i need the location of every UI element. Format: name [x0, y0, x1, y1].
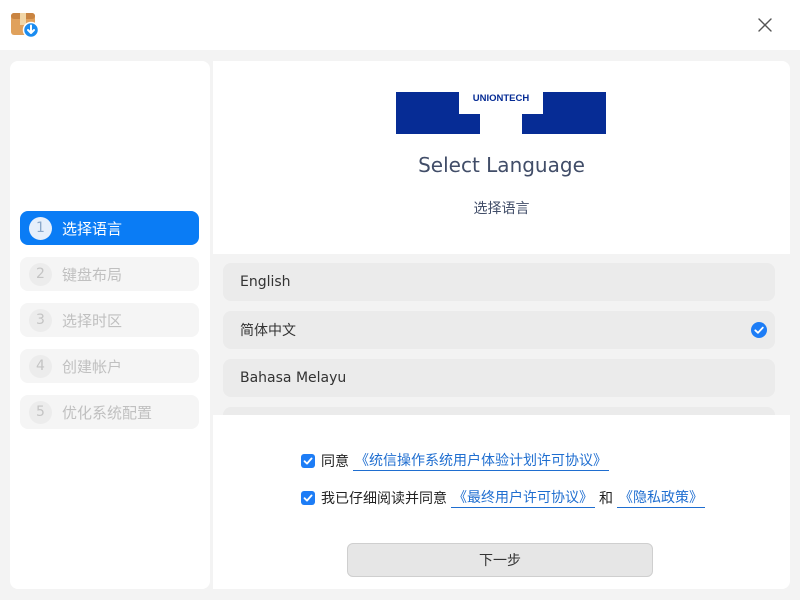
experience-agreement-checkbox[interactable]: [301, 453, 315, 468]
experience-agreement-link[interactable]: 《统信操作系统用户体验计划许可协议》: [353, 450, 609, 471]
language-label: English: [240, 274, 291, 290]
agreement-prefix: 我已仔细阅读并同意: [321, 490, 447, 507]
step-label: 键盘布局: [62, 265, 123, 284]
page-subtitle: 选择语言: [473, 201, 530, 217]
license-agreement-checkbox[interactable]: [301, 490, 315, 505]
language-option-english[interactable]: English: [223, 263, 775, 301]
selected-check-icon: [751, 322, 767, 338]
language-label: Bahasa Melayu: [240, 370, 347, 386]
language-label: 简体中文: [240, 323, 296, 339]
step-number: 5: [29, 400, 52, 424]
language-list[interactable]: English 简体中文 Bahasa Melayu: [213, 254, 790, 415]
step-optimize-config[interactable]: 5 优化系统配置: [20, 395, 199, 429]
close-button[interactable]: [752, 12, 778, 38]
package-download-icon: [11, 13, 40, 39]
step-sidebar: 1 选择语言 2 键盘布局 3 选择时区 4 创建帐户 5 优化系统配置: [10, 61, 210, 589]
close-icon: [758, 18, 772, 32]
step-label: 选择时区: [62, 311, 123, 330]
agreement-prefix: 同意: [321, 453, 349, 470]
next-button[interactable]: 下一步: [347, 543, 653, 577]
page-title: Select Language: [418, 153, 585, 177]
step-select-timezone[interactable]: 3 选择时区: [20, 303, 199, 337]
main-panel: UNIONTECH Select Language 选择语言 English 简…: [213, 61, 790, 589]
language-option-simplified-chinese[interactable]: 简体中文: [223, 311, 775, 349]
language-option-bahasa-melayu[interactable]: Bahasa Melayu: [223, 359, 775, 397]
step-keyboard-layout[interactable]: 2 键盘布局: [20, 257, 199, 291]
step-label: 创建帐户: [62, 357, 123, 376]
step-label: 选择语言: [62, 219, 123, 238]
step-number: 2: [29, 262, 52, 286]
checkbox-check-icon: [303, 494, 313, 501]
checkbox-check-icon: [303, 457, 313, 464]
step-create-account[interactable]: 4 创建帐户: [20, 349, 199, 383]
step-label: 优化系统配置: [62, 403, 153, 422]
step-number: 4: [29, 354, 52, 378]
uniontech-logo: UNIONTECH: [396, 92, 606, 134]
privacy-policy-link[interactable]: 《隐私政策》: [617, 487, 705, 508]
agreement-row-experience: 同意 《统信操作系统用户体验计划许可协议》: [301, 450, 609, 471]
title-bar: [0, 0, 800, 50]
step-number: 1: [29, 216, 52, 240]
step-number: 3: [29, 308, 52, 332]
step-select-language[interactable]: 1 选择语言: [20, 211, 199, 245]
agreement-conjunction: 和: [599, 490, 613, 507]
eula-link[interactable]: 《最终用户许可协议》: [451, 487, 595, 508]
language-option-partial[interactable]: [223, 407, 775, 415]
logo-text: UNIONTECH: [473, 93, 530, 104]
agreement-row-license: 我已仔细阅读并同意 《最终用户许可协议》 和 《隐私政策》: [301, 487, 705, 508]
